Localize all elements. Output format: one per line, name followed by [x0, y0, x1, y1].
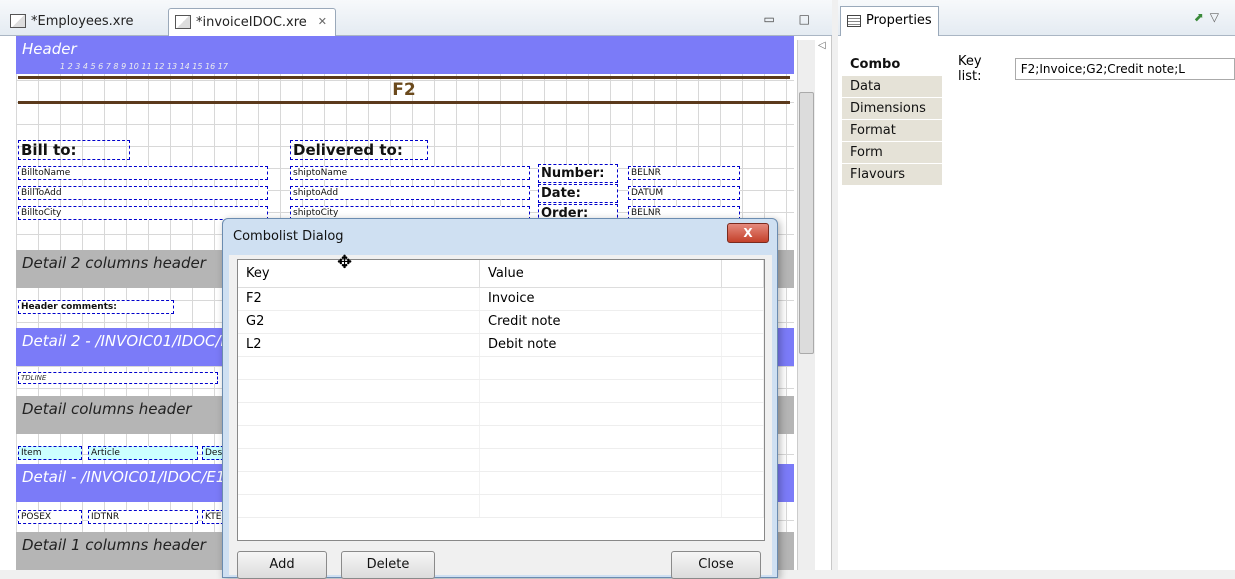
key-cell[interactable]: F2 — [238, 288, 480, 310]
empty-table-row[interactable] — [238, 426, 764, 449]
item-column-label[interactable]: Item — [18, 446, 82, 460]
properties-tab-label: Properties — [866, 13, 932, 28]
posex-field[interactable]: POSEX — [18, 510, 82, 524]
number-value-field[interactable]: BELNR — [628, 166, 740, 180]
key-list-row: Key list: — [958, 54, 1235, 84]
tab-employees[interactable]: *Employees.xre — [4, 8, 142, 36]
tdline-field[interactable]: TDLINE — [18, 372, 218, 384]
vertical-scrollbar[interactable] — [797, 40, 815, 570]
dialog-titlebar[interactable]: Combolist Dialog X — [223, 219, 777, 255]
minimize-icon[interactable]: ▭ — [763, 12, 784, 26]
tab-invoice-idoc[interactable]: *invoiceIDOC.xre ✕ — [168, 8, 337, 36]
combolist-dialog: Combolist Dialog X Key Value F2 Invoice … — [222, 218, 778, 579]
view-menu-icon[interactable]: ▽ — [1210, 10, 1225, 24]
properties-toolbar: ⬈▽ — [1194, 10, 1225, 24]
properties-icon — [847, 15, 861, 27]
section-flavours[interactable]: Flavours — [842, 164, 942, 186]
dialog-close-icon[interactable]: X — [727, 223, 769, 243]
key-cell[interactable]: G2 — [238, 311, 480, 333]
section-format[interactable]: Format — [842, 120, 942, 142]
header-band[interactable]: Header 1 2 3 4 5 6 7 8 9 10 11 12 13 14 … — [16, 36, 794, 74]
empty-cell — [722, 334, 764, 356]
empty-table-row[interactable] — [238, 403, 764, 426]
ship-to-add-field[interactable]: shiptoAdd — [290, 186, 530, 200]
pin-icon[interactable]: ⬈ — [1194, 10, 1210, 24]
idtnr-field[interactable]: IDTNR — [88, 510, 198, 524]
value-cell[interactable]: Invoice — [480, 288, 722, 310]
report-file-icon — [10, 14, 26, 28]
number-label[interactable]: Number: — [538, 164, 618, 183]
bill-to-name-field[interactable]: BilltoName — [18, 166, 268, 180]
close-button[interactable]: Close — [671, 551, 761, 579]
delivered-to-label[interactable]: Delivered to: — [290, 140, 428, 160]
band-title: Header — [22, 40, 77, 58]
title-field-text: F2 — [392, 80, 416, 100]
tab-label: *invoiceIDOC.xre — [196, 15, 307, 30]
band-title: Detail 1 columns header — [22, 536, 206, 554]
properties-tabbar: Properties ⬈▽ — [838, 0, 1235, 36]
table-header: Key Value — [238, 260, 764, 288]
section-data[interactable]: Data — [842, 76, 942, 98]
bill-to-add-field[interactable]: BillToAdd — [18, 186, 268, 200]
close-tab-icon[interactable]: ✕ — [318, 15, 327, 36]
value-column-header[interactable]: Value — [480, 260, 722, 287]
title-field[interactable]: F2 — [18, 76, 790, 104]
editor-tabbar: *Employees.xre *invoiceIDOC.xre ✕ ▭ □ — [0, 0, 832, 36]
maximize-icon[interactable]: □ — [799, 12, 820, 26]
empty-cell — [722, 288, 764, 310]
section-form[interactable]: Form — [842, 142, 942, 164]
properties-panel: Properties ⬈▽ Combo Data Dimensions Form… — [838, 0, 1235, 570]
band-title: Detail 2 columns header — [22, 254, 206, 272]
band-title: Detail - /INVOIC01/IDOC/E1 — [22, 468, 226, 486]
key-list-label: Key list: — [958, 54, 982, 84]
tab-label: *Employees.xre — [31, 14, 134, 29]
header-comments-label[interactable]: Header comments: — [18, 300, 174, 314]
article-column-label[interactable]: Article — [88, 446, 198, 460]
scrollbar-thumb[interactable] — [799, 92, 814, 354]
empty-table-row[interactable] — [238, 357, 764, 380]
extra-column-header — [722, 260, 764, 287]
date-value-field[interactable]: DATUM — [628, 186, 740, 200]
table-row[interactable]: F2 Invoice — [238, 288, 764, 311]
band-title: Detail 2 - /INVOIC01/IDOC/I — [22, 332, 225, 350]
key-list-input[interactable] — [1014, 58, 1235, 80]
band-title: Detail columns header — [22, 400, 192, 418]
dialog-title: Combolist Dialog — [233, 229, 344, 244]
properties-sections: Combo Data Dimensions Format Form Flavou… — [842, 54, 942, 186]
report-file-icon — [175, 15, 191, 29]
key-value-table[interactable]: Key Value F2 Invoice G2 Credit note L2 D… — [237, 259, 765, 541]
table-row[interactable]: L2 Debit note — [238, 334, 764, 357]
empty-table-row[interactable] — [238, 449, 764, 472]
table-row[interactable]: G2 Credit note — [238, 311, 764, 334]
value-cell[interactable]: Credit note — [480, 311, 722, 333]
empty-table-row[interactable] — [238, 380, 764, 403]
date-label[interactable]: Date: — [538, 184, 618, 203]
delete-button[interactable]: Delete — [341, 551, 435, 579]
tab-properties[interactable]: Properties — [840, 6, 939, 36]
band-ruler: 1 2 3 4 5 6 7 8 9 10 11 12 13 14 15 16 1… — [60, 62, 228, 71]
empty-table-row[interactable] — [238, 495, 764, 518]
empty-cell — [722, 311, 764, 333]
move-cursor-icon: ✥ — [337, 252, 353, 273]
add-button[interactable]: Add — [237, 551, 327, 579]
editor-window-controls: ▭ □ — [763, 12, 820, 26]
ship-to-name-field[interactable]: shiptoName — [290, 166, 530, 180]
bill-to-label[interactable]: Bill to: — [18, 140, 130, 160]
collapse-arrow-icon[interactable]: ◁ — [818, 40, 826, 51]
section-dimensions[interactable]: Dimensions — [842, 98, 942, 120]
dialog-body: Key Value F2 Invoice G2 Credit note L2 D… — [229, 255, 772, 579]
key-column-header[interactable]: Key — [238, 260, 480, 287]
value-cell[interactable]: Debit note — [480, 334, 722, 356]
empty-table-row[interactable] — [238, 472, 764, 495]
key-cell[interactable]: L2 — [238, 334, 480, 356]
section-combo[interactable]: Combo — [842, 54, 942, 76]
